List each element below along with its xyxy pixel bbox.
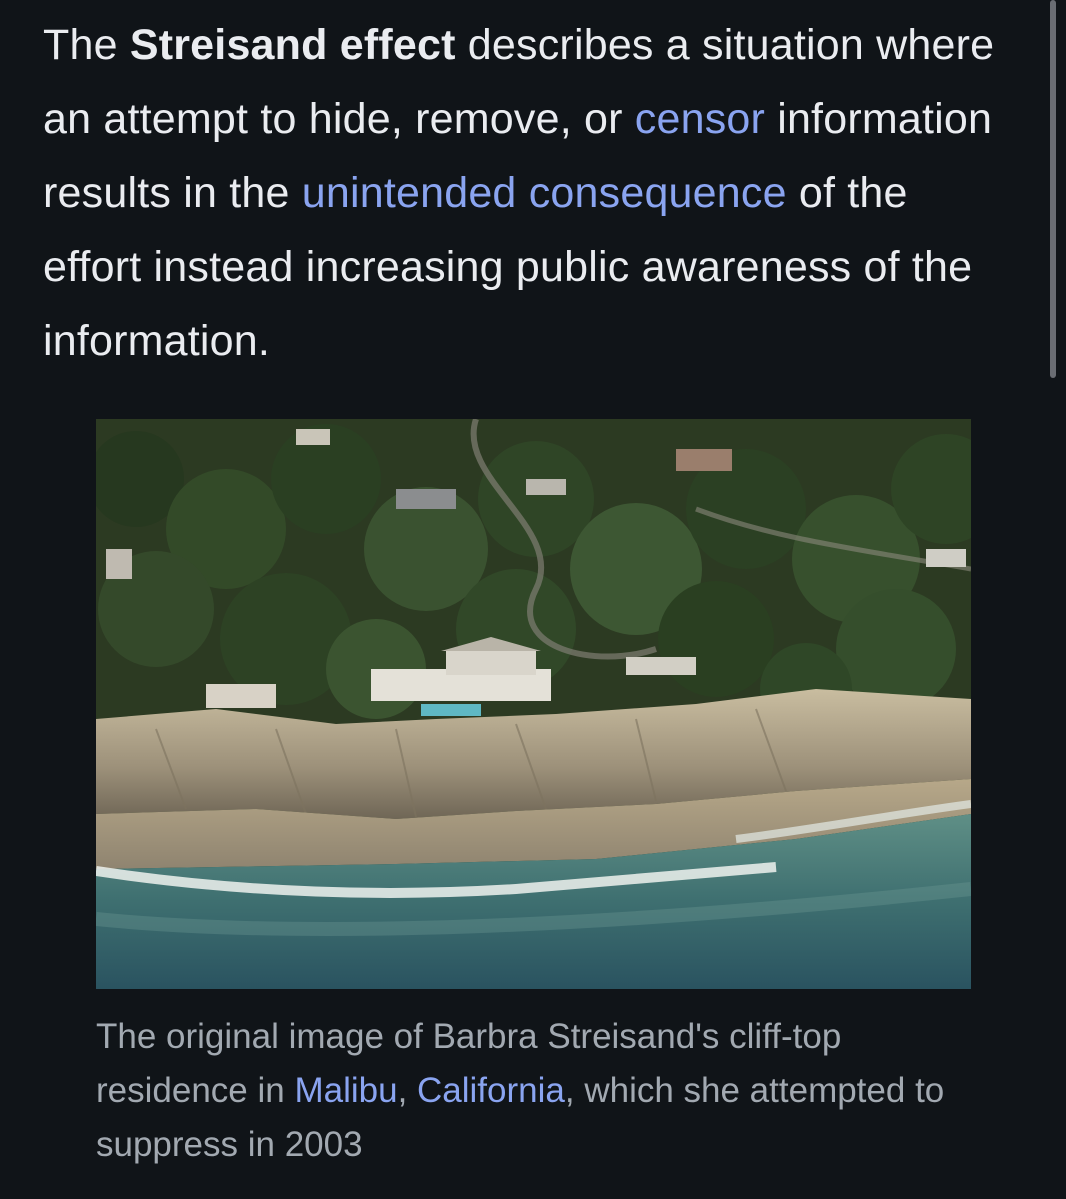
link-unintended-consequence[interactable]: unintended consequence — [302, 169, 787, 217]
aerial-photo-illustration — [96, 419, 971, 989]
link-california[interactable]: California — [417, 1071, 565, 1110]
link-censor[interactable]: censor — [635, 95, 765, 143]
article-paragraph: The Streisand effect describes a situati… — [43, 8, 1003, 378]
residence-aerial-image[interactable] — [96, 419, 971, 989]
link-malibu[interactable]: Malibu — [294, 1071, 397, 1110]
scrollbar-thumb[interactable] — [1050, 0, 1056, 378]
term-streisand-effect: Streisand effect — [129, 21, 456, 69]
paragraph-intro-text: The — [43, 21, 130, 69]
caption-separator: , — [397, 1071, 418, 1110]
figure-caption: The original image of Barbra Streisand's… — [96, 1010, 976, 1172]
